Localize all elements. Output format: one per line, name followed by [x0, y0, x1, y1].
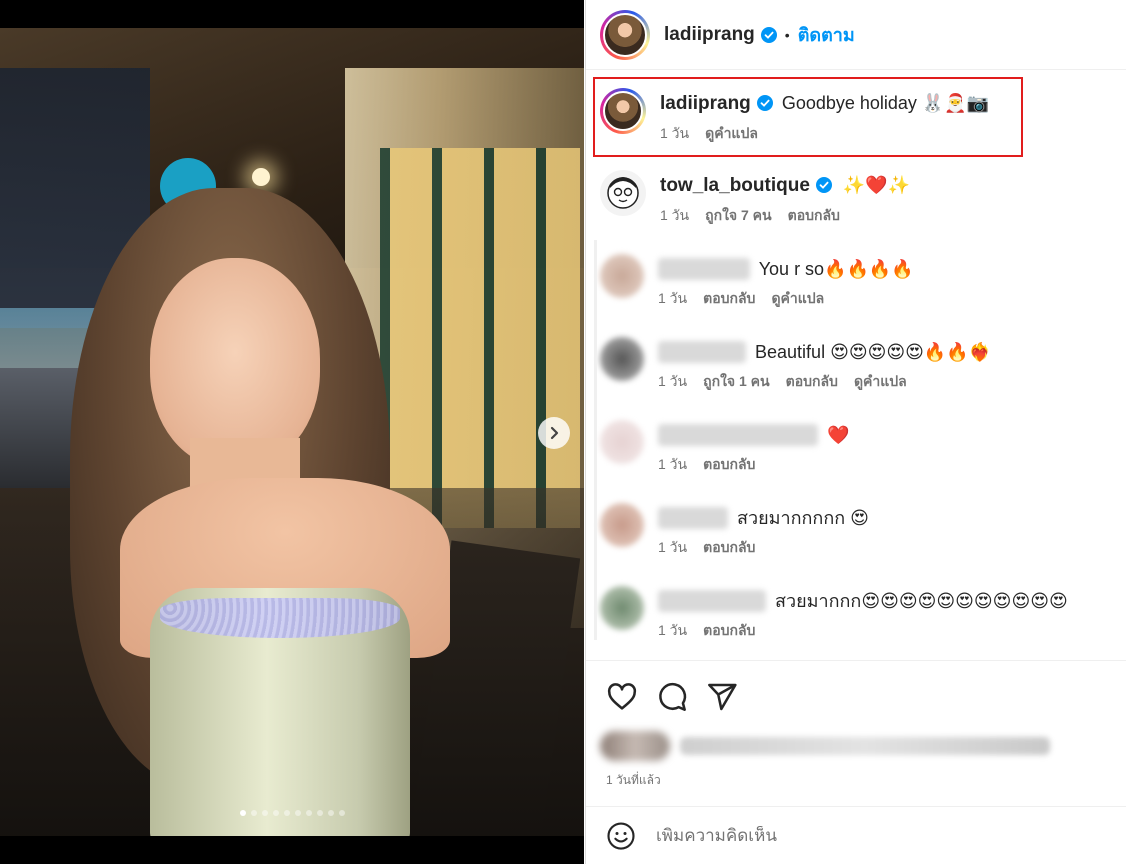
commenter-avatar[interactable]: [600, 254, 644, 298]
post-actions: 1 วันที่แล้ว: [586, 660, 1126, 805]
caption-username[interactable]: ladiiprang: [660, 93, 751, 114]
see-translation-link[interactable]: ดูคำแปล: [854, 371, 907, 393]
comments-panel: ladiiprang • ติดตาม ladiiprang Goodbye h…: [585, 0, 1126, 864]
caption-text: Goodbye holiday 🐰🎅📷: [781, 93, 990, 113]
comment-item: Beautiful 😍😍😍😍😍🔥🔥❤️‍🔥 1 วัน ถูกใจ 1 คน ต…: [600, 337, 991, 393]
carousel-dot: [239, 810, 246, 816]
comment-text: Beautiful 😍😍😍😍😍🔥🔥❤️‍🔥: [755, 342, 992, 362]
like-heart-icon[interactable]: [606, 681, 638, 713]
commenter-username[interactable]: tow_la_boutique: [660, 175, 810, 196]
cartoon-face-icon: [607, 177, 639, 209]
caption: ladiiprang Goodbye holiday 🐰🎅📷 1 วัน ดูค…: [600, 88, 989, 145]
comment-item: ❤️ 1 วัน ตอบกลับ: [600, 420, 849, 476]
carousel-dot: [250, 810, 257, 816]
verified-badge-icon: [756, 95, 773, 111]
commenter-avatar[interactable]: [600, 503, 644, 547]
comment-time[interactable]: 1 วัน: [658, 537, 687, 559]
caption-avatar[interactable]: [600, 88, 646, 134]
caption-time[interactable]: 1 วัน: [660, 123, 689, 145]
commenter-username-hidden[interactable]: [658, 341, 746, 363]
reply-button[interactable]: ตอบกลับ: [788, 205, 840, 227]
liked-by-blurred[interactable]: [600, 725, 1060, 767]
comment-item: tow_la_boutique ✨❤️✨ 1 วัน ถูกใจ 7 คน ตอ…: [600, 170, 910, 227]
reply-button[interactable]: ตอบกลับ: [703, 454, 755, 476]
commenter-avatar[interactable]: [600, 586, 644, 630]
carousel-dot: [338, 810, 345, 816]
carousel-dot: [272, 810, 279, 816]
reply-button[interactable]: ตอบกลับ: [703, 620, 755, 642]
carousel-dot: [294, 810, 301, 816]
post-time-ago[interactable]: 1 วันที่แล้ว: [606, 771, 661, 790]
comment-likes[interactable]: ถูกใจ 1 คน: [703, 371, 770, 393]
comment-time[interactable]: 1 วัน: [658, 371, 687, 393]
next-photo-button[interactable]: [538, 417, 570, 449]
post-photo: [0, 28, 584, 836]
share-send-icon[interactable]: [706, 681, 738, 713]
author-avatar[interactable]: [600, 9, 650, 60]
follow-button[interactable]: ติดตาม: [798, 20, 855, 49]
separator-dot: •: [784, 26, 790, 43]
comment-text: ❤️: [827, 425, 850, 445]
commenter-username-hidden[interactable]: [658, 590, 766, 612]
reply-button[interactable]: ตอบกลับ: [786, 371, 838, 393]
verified-badge-icon: [760, 26, 777, 43]
commenter-avatar[interactable]: [600, 337, 644, 381]
carousel-dot: [283, 810, 290, 816]
author-username[interactable]: ladiiprang: [664, 24, 755, 46]
reply-button[interactable]: ตอบกลับ: [703, 288, 755, 310]
commenter-username-hidden[interactable]: [658, 507, 728, 529]
comment-likes[interactable]: ถูกใจ 7 คน: [705, 205, 772, 227]
carousel-dot: [305, 810, 312, 816]
commenter-username-hidden[interactable]: [658, 258, 750, 280]
post-header: ladiiprang • ติดตาม: [586, 0, 1126, 70]
see-translation-link[interactable]: ดูคำแปล: [771, 288, 824, 310]
commenter-avatar[interactable]: [600, 420, 644, 464]
comment-time[interactable]: 1 วัน: [658, 288, 687, 310]
commenter-username-hidden[interactable]: [658, 424, 818, 446]
comment-text: สวยมากกก😍😍😍😍😍😍😍😍😍😍😍: [775, 591, 1068, 611]
photo-pane: [0, 0, 584, 864]
comment-text: ✨❤️✨: [842, 175, 911, 195]
comments-scrollbar[interactable]: [594, 240, 597, 640]
reply-button[interactable]: ตอบกลับ: [703, 537, 755, 559]
carousel-indicator: [0, 810, 584, 816]
comment-time[interactable]: 1 วัน: [658, 620, 687, 642]
commenter-avatar[interactable]: [600, 170, 646, 216]
comment-item: สวยมากกกกก 😍 1 วัน ตอบกลับ: [600, 503, 869, 559]
carousel-dot: [261, 810, 268, 816]
comment-input[interactable]: [656, 825, 1076, 846]
comment-item: สวยมากกก😍😍😍😍😍😍😍😍😍😍😍 1 วัน ตอบกลับ: [600, 586, 1068, 642]
verified-badge-icon: [815, 177, 832, 193]
emoji-smiley-icon[interactable]: [606, 821, 636, 851]
comment-text: You r so🔥🔥🔥🔥: [758, 259, 914, 279]
see-translation-link[interactable]: ดูคำแปล: [705, 123, 758, 145]
carousel-dot: [327, 810, 334, 816]
comment-time[interactable]: 1 วัน: [660, 205, 689, 227]
comment-text: สวยมากกกกก 😍: [737, 508, 869, 528]
add-comment-bar: [586, 806, 1126, 864]
comment-bubble-icon[interactable]: [656, 681, 688, 713]
comment-item: You r so🔥🔥🔥🔥 1 วัน ตอบกลับ ดูคำแปล: [600, 254, 914, 310]
chevron-right-icon: [550, 426, 559, 440]
carousel-dot: [316, 810, 323, 816]
comment-time[interactable]: 1 วัน: [658, 454, 687, 476]
